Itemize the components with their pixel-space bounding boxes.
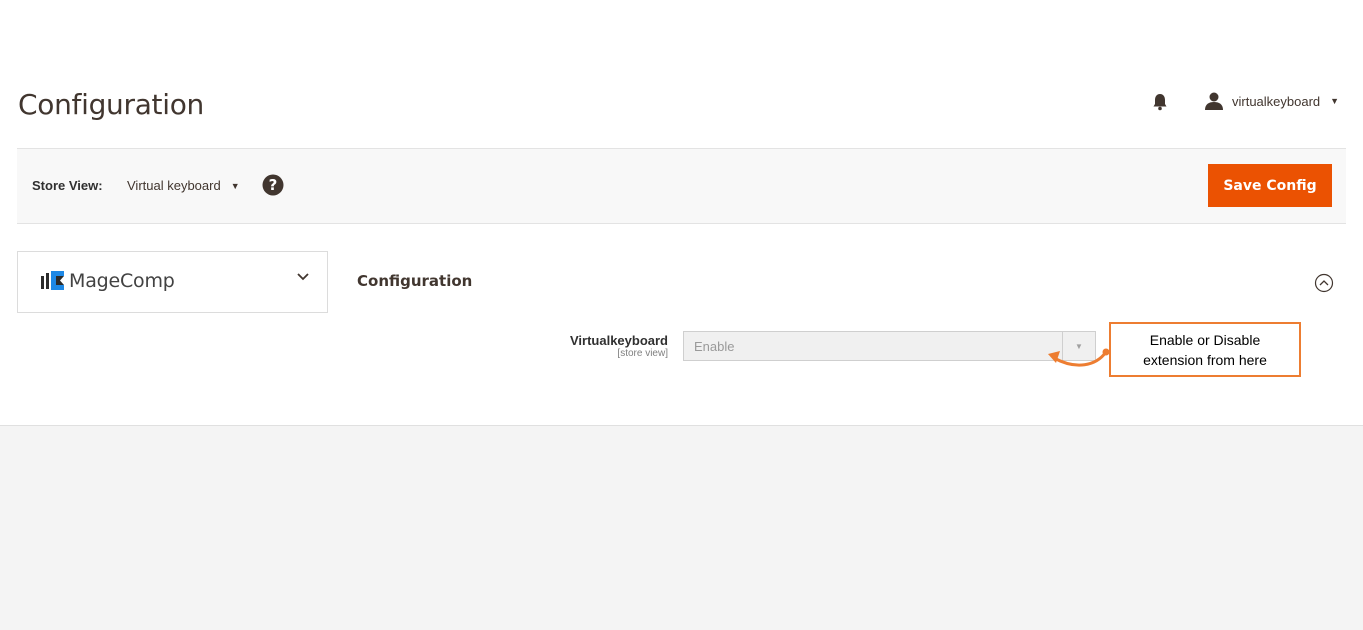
page-title: Configuration [18, 88, 204, 121]
annotation-line-1: Enable or Disable [1149, 331, 1261, 348]
save-config-button[interactable]: Save Config [1208, 164, 1332, 207]
virtualkeyboard-field-label: Virtualkeyboard [store view] [520, 333, 668, 359]
collapse-icon[interactable] [1314, 273, 1334, 293]
help-icon[interactable]: ? [262, 174, 284, 196]
username: virtualkeyboard [1232, 93, 1321, 109]
user-icon [1205, 92, 1223, 110]
annotation-line-2: extension from here [1143, 351, 1267, 368]
store-view-bar: Store View: Virtual keyboard ▼ ? Save Co… [17, 148, 1346, 224]
user-menu[interactable]: virtualkeyboard ▼ [1204, 91, 1339, 111]
field-label: Virtualkeyboard [569, 333, 668, 348]
magecomp-logo-icon [41, 271, 64, 290]
callout-arrow-icon [1048, 348, 1110, 367]
chevron-down-icon [297, 273, 309, 281]
sidebar-tab-label: MageComp [69, 270, 175, 292]
store-view-value: Virtual keyboard [127, 178, 221, 193]
store-view-switcher[interactable]: Virtual keyboard ▼ [127, 178, 240, 193]
virtualkeyboard-select[interactable]: Enable ▼ [683, 331, 1096, 361]
store-view-label: Store View: [32, 178, 103, 193]
section-title[interactable]: Configuration [357, 272, 472, 290]
field-scope: [store view] [617, 348, 668, 359]
annotation-callout: Enable or Disable extension from here [1109, 322, 1301, 377]
footer-area [0, 425, 1363, 630]
sidebar-tab-magecomp[interactable]: MageComp [17, 251, 328, 313]
select-value: Enable [694, 339, 735, 354]
caret-down-icon: ▼ [230, 180, 240, 191]
svg-text:?: ? [269, 176, 278, 194]
caret-down-icon: ▼ [1330, 96, 1340, 106]
bell-icon[interactable] [1150, 92, 1170, 112]
magecomp-logo: MageComp [40, 270, 175, 292]
